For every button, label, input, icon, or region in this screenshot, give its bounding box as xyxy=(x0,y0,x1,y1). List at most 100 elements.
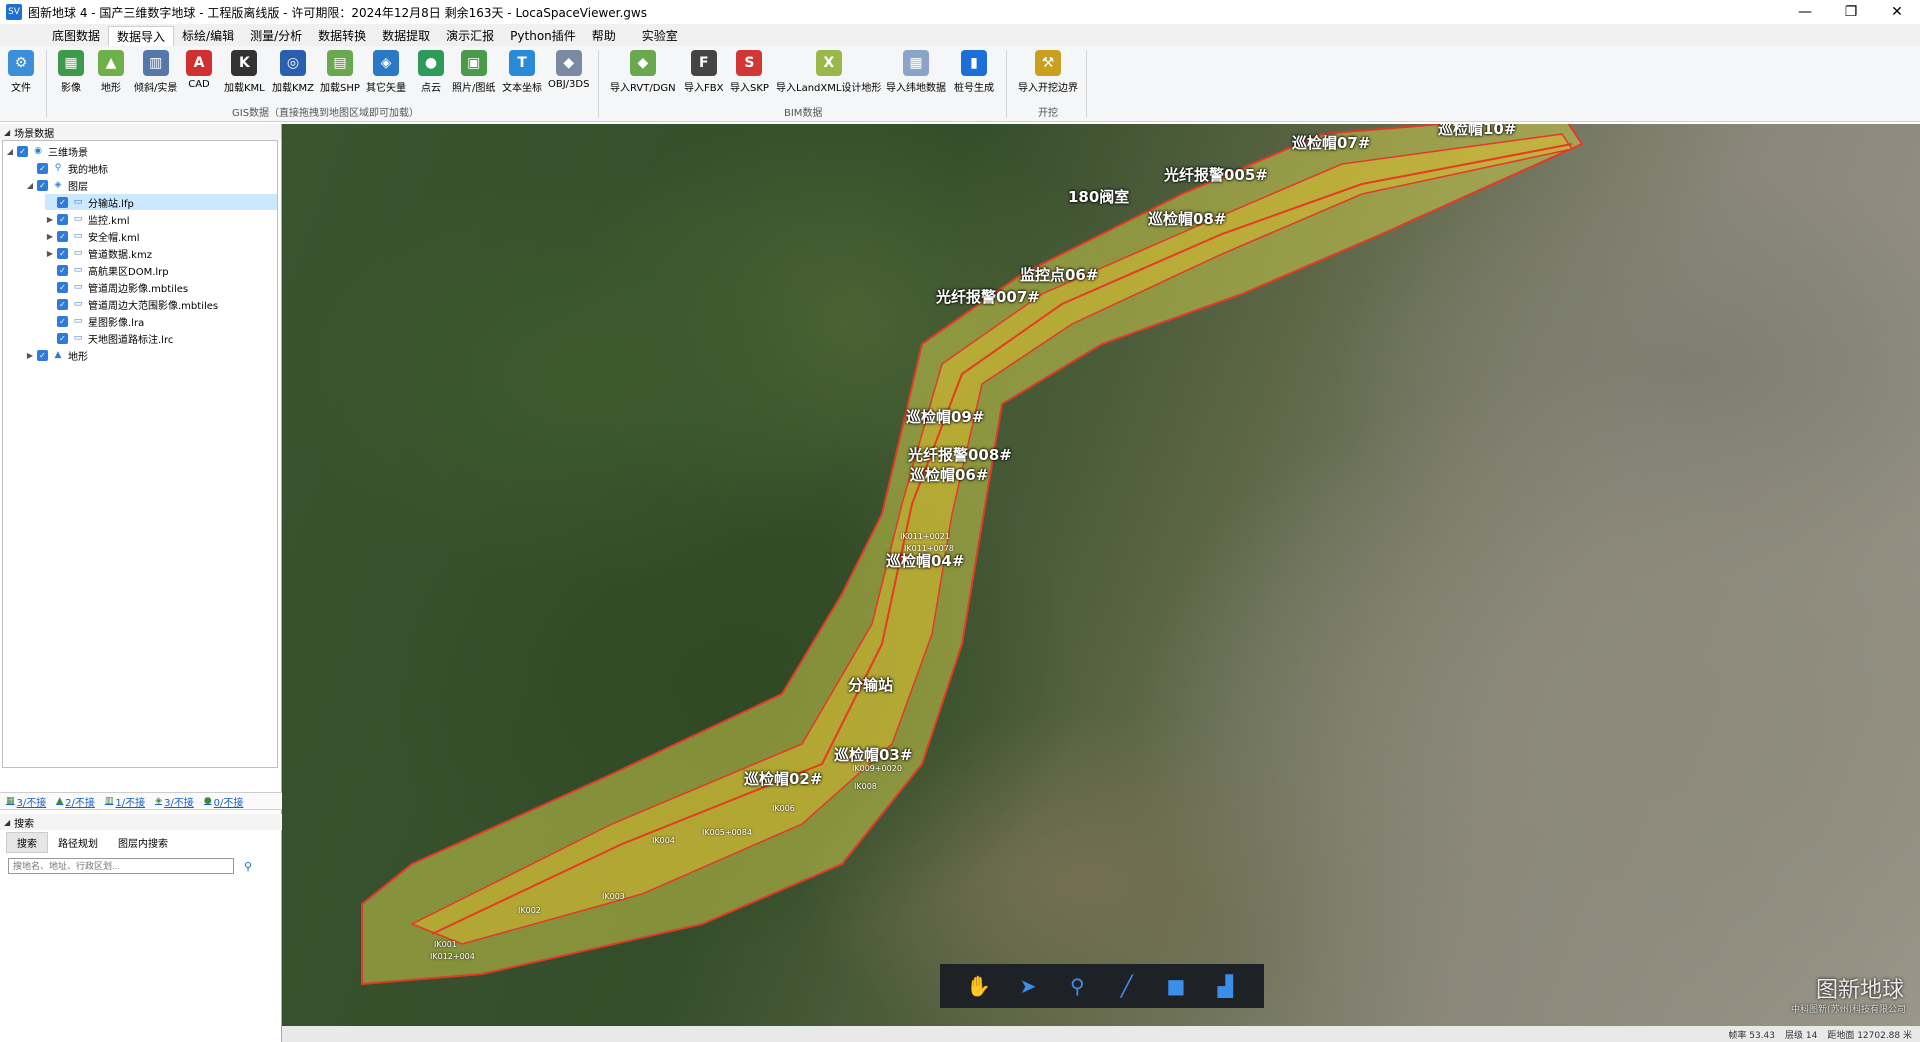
expand-icon[interactable]: ▶ xyxy=(25,351,35,360)
checkbox[interactable]: ✓ xyxy=(57,213,68,225)
line-draw-icon[interactable]: ╱ xyxy=(1113,972,1141,1000)
point-cloud-button[interactable]: ● 点云 xyxy=(418,50,444,98)
menu-present[interactable]: 演示汇报 xyxy=(438,26,502,46)
import-landxml-button[interactable]: X 导入LandXML设计地形 xyxy=(776,50,881,98)
image-button[interactable]: ▦ 影像 xyxy=(58,50,84,98)
search-header[interactable]: ◢ 搜索 xyxy=(0,814,282,830)
menu-data-import[interactable]: 数据导入 xyxy=(108,26,175,46)
checkbox[interactable]: ✓ xyxy=(37,162,48,174)
import-rvt-button[interactable]: ◆ 导入RVT/DGN xyxy=(610,50,676,98)
menu-markup[interactable]: 标绘/编辑 xyxy=(174,26,242,46)
select-arrow-icon[interactable]: ➤ xyxy=(1014,972,1042,1000)
stat-pointcloud[interactable]: ● 0/不接 xyxy=(204,794,244,809)
checkbox[interactable]: ✓ xyxy=(57,281,68,293)
chart-icon[interactable]: ▟ xyxy=(1211,972,1239,1000)
load-shp-button[interactable]: ▤ 加载SHP xyxy=(320,50,360,98)
map-label[interactable]: 巡检帽09# xyxy=(906,406,984,427)
menu-lab[interactable]: 实验室 xyxy=(634,26,686,46)
checkbox[interactable]: ✓ xyxy=(37,179,48,191)
tab-layer-search[interactable]: 图层内搜索 xyxy=(108,833,178,852)
tab-search[interactable]: 搜索 xyxy=(6,831,48,853)
minimize-button[interactable]: — xyxy=(1782,0,1828,24)
expand-icon[interactable]: ◢ xyxy=(25,181,35,190)
map-label[interactable]: 巡检帽10# xyxy=(1438,124,1516,139)
menu-help[interactable]: 帮助 xyxy=(584,26,624,46)
checkbox[interactable]: ✓ xyxy=(57,196,68,208)
map-label[interactable]: 分输站 xyxy=(848,674,893,695)
expand-icon[interactable]: ▶ xyxy=(45,232,55,241)
stake-gen-button[interactable]: ▮ 桩号生成 xyxy=(954,50,994,98)
tree-node-layer[interactable]: ✓ ▭ 星图影像.lra xyxy=(45,313,144,329)
tree-node-my-marks[interactable]: ✓ ⚲ 我的地标 xyxy=(25,160,108,176)
checkbox[interactable]: ✓ xyxy=(57,315,68,327)
map-label[interactable]: 180阀室 xyxy=(1068,186,1129,207)
tree-node-layer[interactable]: ▶ ✓ ▭ 监控.kml xyxy=(45,211,130,227)
text-coord-button[interactable]: T 文本坐标 xyxy=(502,50,542,98)
map-label[interactable]: 巡检帽04# xyxy=(886,550,964,571)
menu-convert[interactable]: 数据转换 xyxy=(310,26,374,46)
checkbox[interactable]: ✓ xyxy=(17,145,28,157)
search-input[interactable] xyxy=(8,858,234,874)
close-button[interactable]: ✕ xyxy=(1874,0,1920,24)
menu-measure[interactable]: 测量/分析 xyxy=(242,26,310,46)
checkbox[interactable]: ✓ xyxy=(57,247,68,259)
stat-terrain[interactable]: ▲ 2/不接 xyxy=(56,794,95,809)
import-skp-button[interactable]: S 导入SKP xyxy=(730,50,769,98)
map-label[interactable]: 巡检帽06# xyxy=(910,464,988,485)
terrain-button[interactable]: ▲ 地形 xyxy=(98,50,124,98)
tree-node-layers[interactable]: ◢ ✓ ◈ 图层 xyxy=(25,177,88,193)
checkbox[interactable]: ✓ xyxy=(57,332,68,344)
map-label[interactable]: 巡检帽08# xyxy=(1148,208,1226,229)
tree-node-layer[interactable]: ✓ ▭ 天地图道路标注.lrc xyxy=(45,330,173,346)
map-label[interactable]: 光纤报警008# xyxy=(908,444,1012,465)
load-kmz-button[interactable]: ◎ 加载KMZ xyxy=(272,50,314,98)
map-label[interactable]: 监控点06# xyxy=(1020,264,1098,285)
map-view[interactable]: 巡检帽10# 巡检帽07# 光纤报警005# 180阀室 巡检帽08# 监控点0… xyxy=(282,124,1920,1042)
map-label[interactable]: 光纤报警005# xyxy=(1164,164,1268,185)
hand-pan-icon[interactable]: ✋ xyxy=(965,972,993,1000)
checkbox[interactable]: ✓ xyxy=(37,349,48,361)
map-label[interactable]: 光纤报警007# xyxy=(936,286,1040,307)
other-vector-button[interactable]: ◈ 其它矢量 xyxy=(366,50,406,98)
checkbox[interactable]: ✓ xyxy=(57,298,68,310)
tree-node-terrain[interactable]: ▶ ✓ ▲ 地形 xyxy=(25,347,88,363)
expand-icon[interactable]: ▶ xyxy=(45,249,55,258)
tree-node-layer[interactable]: ✓ ▭ 管道周边大范围影像.mbtiles xyxy=(45,296,218,312)
stat-vector[interactable]: ◈ 3/不接 xyxy=(155,794,194,809)
tree-node-layer[interactable]: ▶ ✓ ▭ 安全帽.kml xyxy=(45,228,140,244)
map-label[interactable]: 巡检帽03# xyxy=(834,744,912,765)
scene-data-header[interactable]: ◢ 场景数据 xyxy=(0,124,281,140)
import-fbx-button[interactable]: F 导入FBX xyxy=(684,50,723,98)
stat-oblique[interactable]: ▥ 1/不接 xyxy=(105,794,145,809)
map-label[interactable]: 巡检帽02# xyxy=(744,768,822,789)
load-kml-button[interactable]: K 加载KML xyxy=(224,50,265,98)
title-bar: SV 图新地球 4 - 国产三维数字地球 - 工程版离线版 - 许可期限：202… xyxy=(0,0,1920,24)
menu-basemap[interactable]: 底图数据 xyxy=(44,26,108,46)
tree-node-layer[interactable]: ✓ ▭ 高航果区DOM.lrp xyxy=(45,262,169,278)
photo-drawing-button[interactable]: ▣ 照片/图纸 xyxy=(452,50,495,98)
map-label[interactable]: 巡检帽07# xyxy=(1292,132,1370,153)
expand-icon[interactable]: ◢ xyxy=(5,147,15,156)
checkbox[interactable]: ✓ xyxy=(57,230,68,242)
tree-node-layer[interactable]: ✓ ▭ 管道周边影像.mbtiles xyxy=(45,279,188,295)
tree-node-layer[interactable]: ✓ ▭ 分输站.lfp xyxy=(45,194,277,210)
expand-icon[interactable]: ▶ xyxy=(45,215,55,224)
search-icon[interactable]: ⚲ xyxy=(240,858,256,874)
cad-button[interactable]: A CAD xyxy=(186,50,212,98)
tree-node-3d-scene[interactable]: ◢ ✓ ◉ 三维场景 xyxy=(5,143,88,159)
oblique-button[interactable]: ▥ 倾斜/实景 xyxy=(134,50,177,98)
obj-3ds-button[interactable]: ◆ OBJ/3DS xyxy=(548,50,589,98)
menu-python[interactable]: Python插件 xyxy=(502,26,584,46)
file-button[interactable]: ⚙ 文件 xyxy=(8,50,34,98)
placemark-icon[interactable]: ⚲ xyxy=(1063,972,1091,1000)
tree-node-layer[interactable]: ▶ ✓ ▭ 管道数据.kmz xyxy=(45,245,152,261)
import-weidi-button[interactable]: ▦ 导入纬地数据 xyxy=(886,50,946,98)
polygon-draw-icon[interactable]: ■ xyxy=(1162,972,1190,1000)
maximize-button[interactable]: ❐ xyxy=(1828,0,1874,24)
checkbox[interactable]: ✓ xyxy=(57,264,68,276)
menu-extract[interactable]: 数据提取 xyxy=(374,26,438,46)
import-dig-boundary-button[interactable]: ⚒ 导入开挖边界 xyxy=(1018,50,1078,98)
stat-image[interactable]: ▦ 3/不接 xyxy=(6,794,46,809)
tab-route[interactable]: 路径规划 xyxy=(48,833,108,852)
building-icon: ▥ xyxy=(104,796,114,806)
